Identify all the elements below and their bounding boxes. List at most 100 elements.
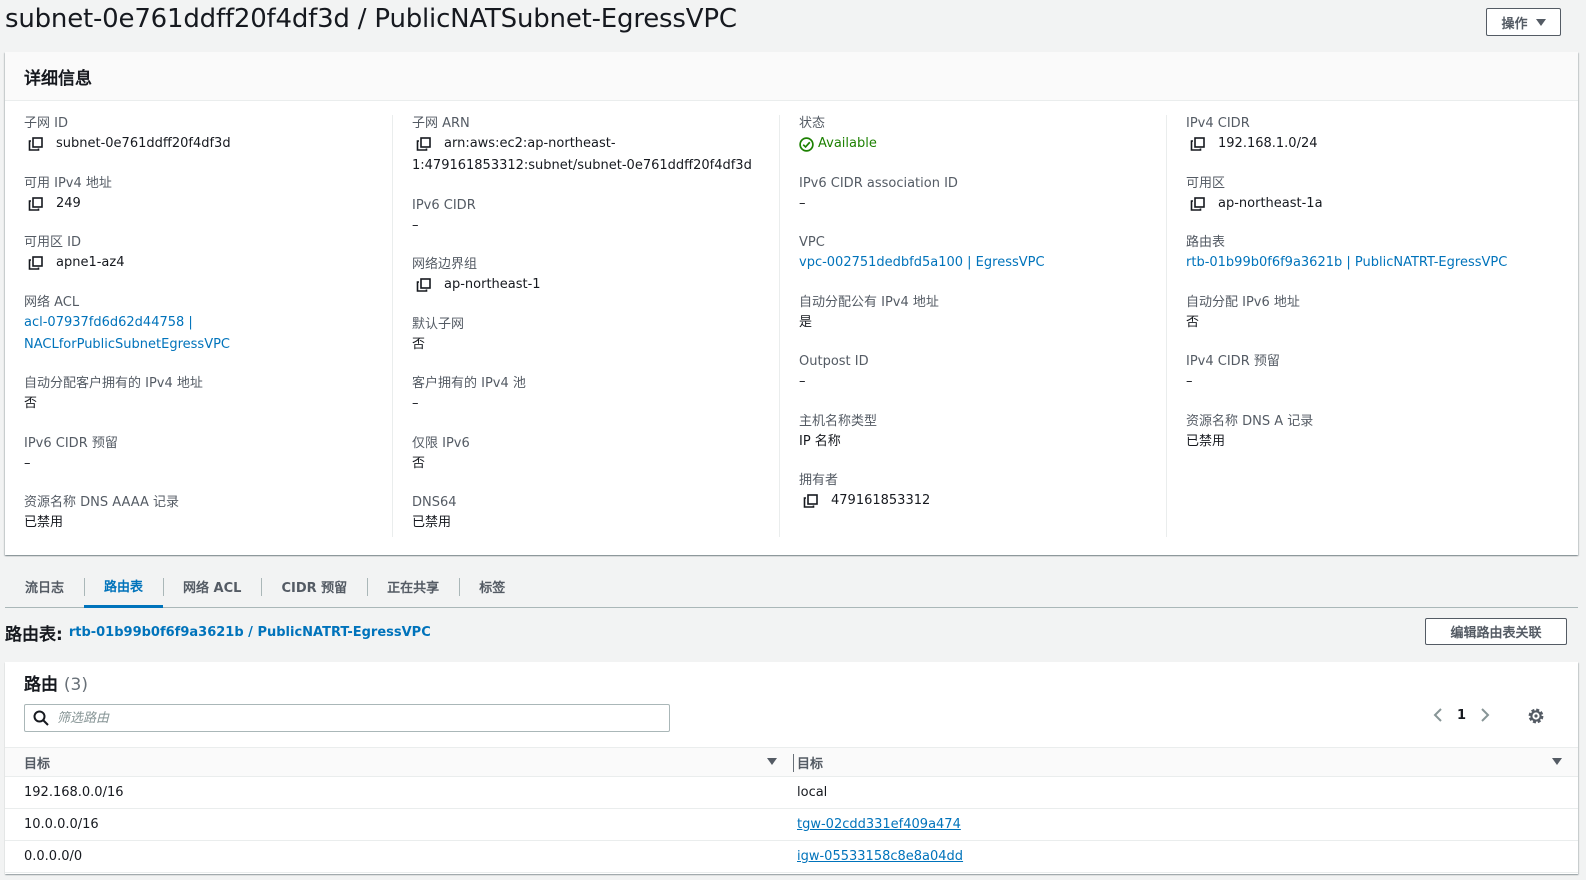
tab-4[interactable]: CIDR 预留 <box>261 566 367 607</box>
detail-value-text[interactable]: rtb-01b99b0f6f9a3621b | PublicNATRT-Egre… <box>1186 252 1507 274</box>
pagination: 1 <box>1433 707 1490 723</box>
tab-6[interactable]: 标签 <box>459 566 525 607</box>
detail-field: 主机名称类型 IP 名称 <box>799 413 877 453</box>
detail-field: VPC vpc-002751dedbfd5a100 | EgressVPC <box>799 234 1045 274</box>
detail-field: IPv4 CIDR 192.168.1.0/24 <box>1186 115 1318 155</box>
detail-field: 网络边界组 ap-northeast-1 <box>412 256 541 296</box>
detail-value: – <box>799 193 958 215</box>
table-settings-button[interactable] <box>1527 707 1545 729</box>
detail-value: ap-northeast-1a <box>1186 193 1323 215</box>
detail-link-continued[interactable]: NACLforPublicSubnetEgressVPC <box>24 334 230 356</box>
detail-value: Available <box>799 133 877 155</box>
detail-value-text: 192.168.1.0/24 <box>1218 136 1318 151</box>
detail-field: 客户拥有的 IPv4 池 – <box>412 375 526 415</box>
page-title: subnet-0e761ddff20f4df3d / PublicNATSubn… <box>5 4 737 34</box>
detail-label: 可用区 <box>1186 175 1226 191</box>
copy-icon[interactable] <box>28 137 44 151</box>
detail-value-text: 已禁用 <box>24 515 64 530</box>
detail-label: 默认子网 <box>412 316 465 332</box>
detail-label: IPv4 CIDR <box>1186 116 1250 131</box>
detail-field: 可用区 ap-northeast-1a <box>1186 175 1323 215</box>
detail-label: 自动分配 IPv6 地址 <box>1186 294 1300 310</box>
tab-5[interactable]: 正在共享 <box>367 566 459 607</box>
detail-field: Outpost ID – <box>799 353 869 393</box>
route-table-link[interactable]: rtb-01b99b0f6f9a3621b / PublicNATRT-Egre… <box>69 625 431 640</box>
detail-label: 资源名称 DNS AAAA 记录 <box>24 495 180 510</box>
route-target-link[interactable]: igw-05533158c8e8a04dd <box>797 841 963 872</box>
detail-label: 拥有者 <box>799 473 839 488</box>
detail-label: DNS64 <box>412 495 457 510</box>
detail-value: 249 <box>24 193 112 215</box>
chevron-left-icon[interactable] <box>1433 707 1443 723</box>
route-destination: 192.168.0.0/16 <box>24 785 124 800</box>
detail-value-text: – <box>24 455 31 471</box>
status-indicator: Available <box>799 133 877 155</box>
detail-label: IPv6 CIDR <box>412 197 476 213</box>
routes-filter[interactable] <box>24 704 670 732</box>
detail-label: 客户拥有的 IPv4 池 <box>412 376 526 391</box>
status-text: Available <box>818 136 877 151</box>
edit-route-table-association-button[interactable]: 编辑路由表关联 <box>1425 618 1567 645</box>
detail-field: 可用区 ID apne1-az4 <box>24 234 124 274</box>
detail-link[interactable]: rtb-01b99b0f6f9a3621b | PublicNATRT-Egre… <box>1186 252 1507 274</box>
detail-label: 子网 ID <box>24 116 68 131</box>
detail-value: 192.168.1.0/24 <box>1186 133 1318 155</box>
detail-label: IPv4 CIDR 预留 <box>1186 354 1280 369</box>
sort-caret-icon[interactable] <box>1552 758 1562 765</box>
detail-value: subnet-0e761ddff20f4df3d <box>24 133 231 155</box>
copy-icon[interactable] <box>1190 137 1206 151</box>
copy-icon[interactable] <box>803 494 819 508</box>
detail-label: IPv6 CIDR 预留 <box>24 435 118 451</box>
routes-filter-input[interactable] <box>57 710 647 726</box>
table-row: 10.0.0.0/16 tgw-02cdd331ef409a474 <box>5 809 1578 841</box>
table-row: 192.168.0.0/16 local <box>5 777 1578 809</box>
column-header-target[interactable]: 目标 <box>797 748 1578 776</box>
copy-icon[interactable] <box>1190 196 1206 211</box>
detail-label: 路由表 <box>1186 235 1226 250</box>
detail-field: 网络 ACL acl-07937fd6d62d44758 | NACLforPubl… <box>24 294 230 356</box>
tab-3[interactable]: 网络 ACL <box>163 566 261 607</box>
detail-link[interactable]: acl-07937fd6d62d44758 | <box>24 312 230 334</box>
detail-link[interactable]: vpc-002751dedbfd5a100 | EgressVPC <box>799 252 1045 274</box>
route-destination: 10.0.0.0/16 <box>24 817 99 832</box>
chevron-right-icon[interactable] <box>1480 707 1490 723</box>
routes-panel: 路由 (3) 1 目标 目标 192.168.0.0/16 local 10.0.0… <box>5 662 1578 874</box>
detail-field: IPv6 CIDR 预留 – <box>24 435 118 475</box>
table-row: 0.0.0.0/0 igw-05533158c8e8a04dd <box>5 841 1578 873</box>
tab-2[interactable]: 路由表 <box>84 566 164 608</box>
detail-field: DNS64 已禁用 <box>412 494 457 534</box>
detail-label: 自动分配公有 IPv4 地址 <box>799 294 939 310</box>
detail-label: 网络边界组 <box>412 257 478 272</box>
detail-value-text: 249 <box>56 195 81 211</box>
route-table-label: 路由表: <box>5 624 63 645</box>
column-divider[interactable] <box>793 754 794 772</box>
page-number[interactable]: 1 <box>1457 708 1466 723</box>
route-target-link[interactable]: tgw-02cdd331ef409a474 <box>797 809 961 840</box>
column-header-destination[interactable]: 目标 <box>24 748 793 776</box>
detail-value-text: ap-northeast-1 <box>444 277 541 292</box>
detail-value-text: apne1-az4 <box>56 255 125 270</box>
detail-value-text: 否 <box>24 396 38 411</box>
detail-label: 资源名称 DNS A 记录 <box>1186 413 1314 429</box>
detail-value: 479161853312 <box>799 490 930 512</box>
detail-value-text[interactable]: acl-07937fd6d62d44758 | <box>24 312 193 334</box>
copy-icon[interactable] <box>416 278 432 292</box>
detail-value-text: – <box>799 374 806 389</box>
detail-value-text: – <box>412 217 419 233</box>
detail-value-text: 已禁用 <box>1186 433 1226 449</box>
details-columns: 子网 ID subnet-0e761ddff20f4df3d 可用 IPv4 地址 2… <box>5 101 1578 555</box>
actions-button[interactable]: 操作 <box>1486 8 1561 36</box>
detail-value-text: arn:aws:ec2:ap-northeast- <box>444 136 616 151</box>
details-column-1: 子网 ID subnet-0e761ddff20f4df3d 可用 IPv4 地址 2… <box>5 115 392 537</box>
tab-1[interactable]: 流日志 <box>5 566 84 607</box>
detail-label: 可用区 ID <box>24 235 81 250</box>
sort-caret-icon[interactable] <box>767 758 777 765</box>
detail-value: 否 <box>412 334 464 356</box>
copy-icon[interactable] <box>28 196 44 211</box>
copy-icon[interactable] <box>28 256 44 270</box>
detail-value-text[interactable]: vpc-002751dedbfd5a100 | EgressVPC <box>799 252 1045 274</box>
page-header: subnet-0e761ddff20f4df3d / PublicNATSubn… <box>0 0 1586 46</box>
copy-icon[interactable] <box>416 137 432 151</box>
route-table-heading: 路由表: rtb-01b99b0f6f9a3621b / PublicNATRT… <box>5 621 431 645</box>
detail-label: 子网 ARN <box>412 116 470 131</box>
